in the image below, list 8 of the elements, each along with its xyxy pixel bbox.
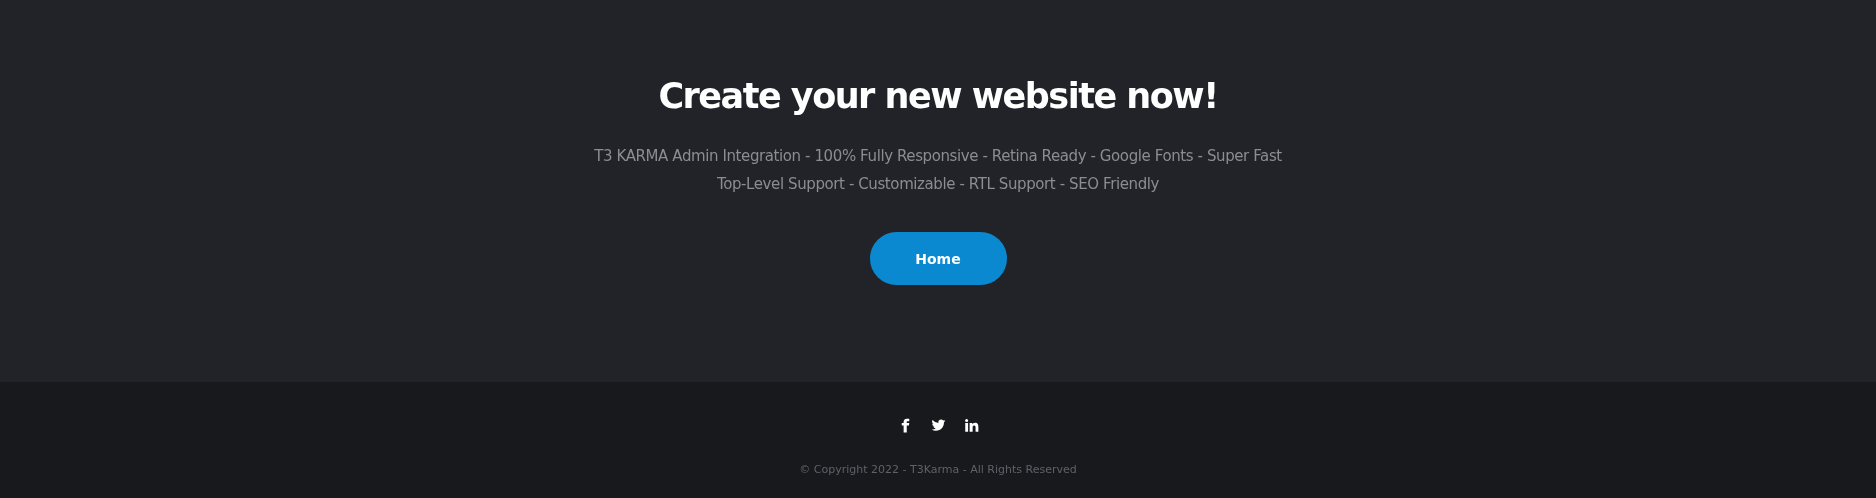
- home-button[interactable]: Home: [869, 232, 1007, 285]
- hero-title: Create your new website now!: [658, 76, 1218, 116]
- copyright-text: © Copyright 2022 - T3Karma - All Rights Reserved: [799, 463, 1077, 476]
- linkedin-icon: [963, 418, 979, 433]
- hero-description: T3 KARMA Admin Integration - 100% Fully Responsive - Retina Ready - Google Fonts - Super Fast Top-Level Support - Customizable - RTL Support - SEO Friendly: [593, 146, 1283, 195]
- twitter-icon: [930, 418, 946, 433]
- linkedin-link[interactable]: [963, 418, 979, 433]
- twitter-link[interactable]: [930, 418, 946, 433]
